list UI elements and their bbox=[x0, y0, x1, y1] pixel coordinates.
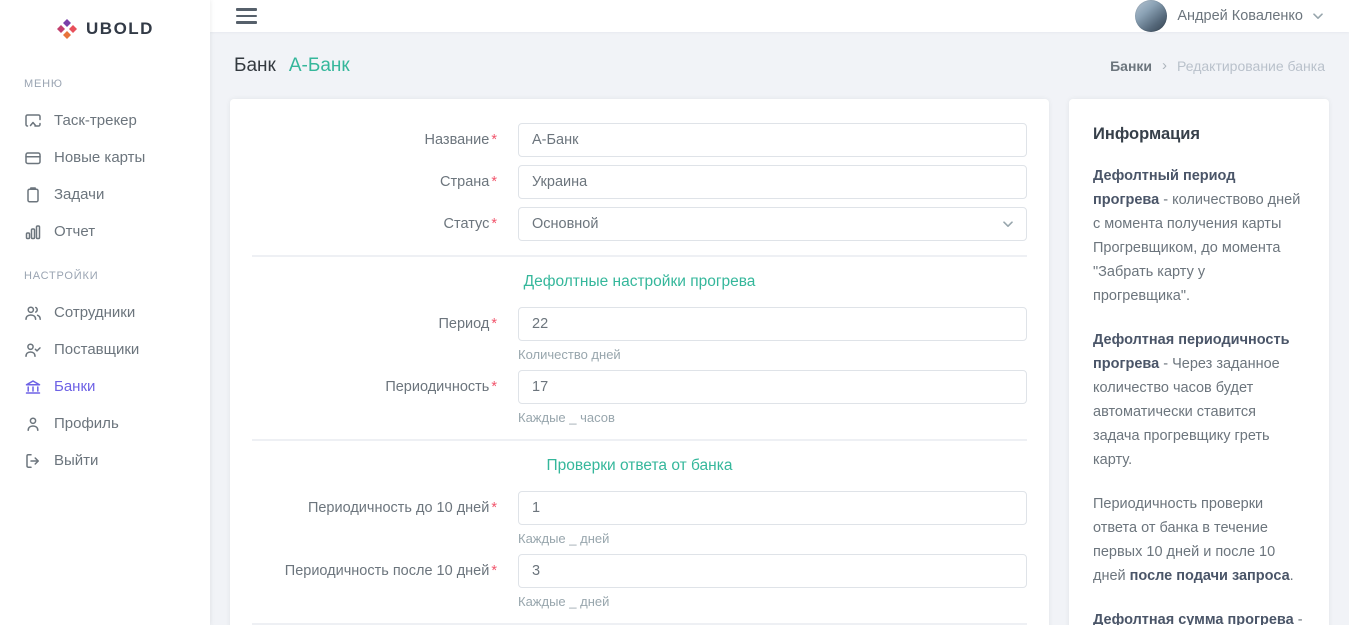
bar-chart-icon bbox=[24, 223, 42, 241]
user-menu[interactable]: Андрей Коваленко bbox=[1135, 0, 1323, 32]
gem-icon bbox=[56, 18, 78, 40]
required-asterisk: * bbox=[491, 216, 497, 232]
sidebar-item-task-tracker[interactable]: Таск-трекер bbox=[0, 102, 210, 139]
divider bbox=[252, 439, 1027, 441]
required-asterisk: * bbox=[491, 563, 497, 579]
form-row-status: Статус* Основной bbox=[252, 207, 1027, 241]
freq-before-10-input[interactable] bbox=[518, 491, 1027, 525]
info-paragraph-default-period: Дефолтный период прогрева - количествово… bbox=[1093, 164, 1305, 308]
user-name: Андрей Коваленко bbox=[1177, 8, 1303, 24]
logo[interactable]: UBOLD bbox=[0, 0, 210, 58]
page-content: БанкА-Банк Банки › Редактирование банка … bbox=[210, 32, 1349, 625]
page-title-bank-name: А-Банк bbox=[289, 55, 350, 76]
sidebar-item-tasks[interactable]: Задачи bbox=[0, 176, 210, 213]
info-paragraph-default-frequency: Дефолтная периодичность прогрева - Через… bbox=[1093, 328, 1305, 472]
status-select-value: Основной bbox=[532, 216, 598, 232]
user-icon bbox=[24, 415, 42, 433]
page-title: Банк А-Банк bbox=[234, 55, 350, 77]
frequency-helper: Каждые _ часов bbox=[518, 410, 1027, 425]
sidebar-item-label: Новые карты bbox=[54, 148, 145, 167]
sidebar-section-menu: МЕНЮ bbox=[0, 58, 210, 102]
required-asterisk: * bbox=[491, 132, 497, 148]
chevron-down-icon bbox=[1003, 221, 1013, 228]
form-row-freq-before-10: Периодичность до 10 дней* Каждые _ дней bbox=[252, 491, 1027, 546]
breadcrumb-current: Редактирование банка bbox=[1177, 58, 1325, 74]
form-row-period: Период* Количество дней bbox=[252, 307, 1027, 362]
country-label: Страна* bbox=[252, 165, 518, 199]
user-check-icon bbox=[24, 341, 42, 359]
hamburger-icon[interactable] bbox=[236, 4, 257, 27]
info-panel-title: Информация bbox=[1093, 125, 1305, 144]
cards-row: Название* Страна* Статус bbox=[230, 99, 1329, 625]
form-row-name: Название* bbox=[252, 123, 1027, 157]
period-helper: Количество дней bbox=[518, 347, 1027, 362]
breadcrumb: Банки › Редактирование банка bbox=[1110, 57, 1325, 74]
period-label: Период* bbox=[252, 307, 518, 362]
sidebar-item-label: Таск-трекер bbox=[54, 111, 137, 130]
main-area: Андрей Коваленко Банк А-Банк Банки › Реда… bbox=[210, 0, 1349, 625]
sidebar-item-logout[interactable]: Выйти bbox=[0, 442, 210, 479]
page-header: Банк А-Банк Банки › Редактирование банка bbox=[230, 32, 1329, 99]
breadcrumb-banks-link[interactable]: Банки bbox=[1110, 58, 1152, 74]
freq-before-10-label: Периодичность до 10 дней* bbox=[252, 491, 518, 546]
sidebar-item-label: Выйти bbox=[54, 451, 98, 470]
freq-after-10-helper: Каждые _ дней bbox=[518, 594, 1027, 609]
avatar bbox=[1135, 0, 1167, 32]
freq-after-10-input[interactable] bbox=[518, 554, 1027, 588]
freq-before-10-helper: Каждые _ дней bbox=[518, 531, 1027, 546]
logo-text: UBOLD bbox=[86, 19, 154, 39]
info-paragraph-warming-sum: Дефолтная сумма прогрева - сумма, котора… bbox=[1093, 608, 1305, 625]
form-row-freq-after-10: Периодичность после 10 дней* Каждые _ дн… bbox=[252, 554, 1027, 609]
screencast-icon bbox=[24, 112, 42, 130]
form-row-frequency: Периодичность* Каждые _ часов bbox=[252, 370, 1027, 425]
sidebar: UBOLD МЕНЮ Таск-трекер Новые карты Задач… bbox=[0, 0, 210, 625]
info-panel: Информация Дефолтный период прогрева - к… bbox=[1069, 99, 1329, 625]
sidebar-item-banks[interactable]: Банки bbox=[0, 368, 210, 405]
name-input[interactable] bbox=[518, 123, 1027, 157]
sidebar-section-settings: НАСТРОЙКИ bbox=[0, 250, 210, 294]
status-select[interactable]: Основной bbox=[518, 207, 1027, 241]
sidebar-item-report[interactable]: Отчет bbox=[0, 213, 210, 250]
country-input[interactable] bbox=[518, 165, 1027, 199]
sidebar-item-label: Поставщики bbox=[54, 340, 139, 359]
section-heading-bank-checks: Проверки ответа от банка bbox=[252, 457, 1027, 475]
sidebar-item-new-cards[interactable]: Новые карты bbox=[0, 139, 210, 176]
sidebar-item-label: Банки bbox=[54, 377, 95, 396]
chevron-down-icon bbox=[1313, 13, 1323, 20]
required-asterisk: * bbox=[491, 500, 497, 516]
info-paragraph-check-frequency: Периодичность проверки ответа от банка в… bbox=[1093, 492, 1305, 588]
breadcrumb-separator: › bbox=[1162, 57, 1167, 74]
required-asterisk: * bbox=[491, 316, 497, 332]
section-heading-warming: Дефолтные настройки прогрева bbox=[252, 273, 1027, 291]
bank-edit-form-card: Название* Страна* Статус bbox=[230, 99, 1049, 625]
clipboard-icon bbox=[24, 186, 42, 204]
sidebar-item-label: Отчет bbox=[54, 222, 95, 241]
frequency-input[interactable] bbox=[518, 370, 1027, 404]
form-row-country: Страна* bbox=[252, 165, 1027, 199]
logout-icon bbox=[24, 452, 42, 470]
sidebar-item-profile[interactable]: Профиль bbox=[0, 405, 210, 442]
divider bbox=[252, 255, 1027, 257]
required-asterisk: * bbox=[491, 174, 497, 190]
sidebar-item-label: Профиль bbox=[54, 414, 119, 433]
status-label: Статус* bbox=[252, 207, 518, 241]
freq-after-10-label: Периодичность после 10 дней* bbox=[252, 554, 518, 609]
sidebar-item-label: Сотрудники bbox=[54, 303, 135, 322]
credit-card-icon bbox=[24, 149, 42, 167]
frequency-label: Периодичность* bbox=[252, 370, 518, 425]
period-input[interactable] bbox=[518, 307, 1027, 341]
required-asterisk: * bbox=[491, 379, 497, 395]
page-title-text: Банк bbox=[234, 55, 276, 76]
users-icon bbox=[24, 304, 42, 322]
topbar: Андрей Коваленко bbox=[210, 0, 1349, 32]
sidebar-item-suppliers[interactable]: Поставщики bbox=[0, 331, 210, 368]
bank-icon bbox=[24, 378, 42, 396]
sidebar-item-employees[interactable]: Сотрудники bbox=[0, 294, 210, 331]
name-label: Название* bbox=[252, 123, 518, 157]
sidebar-item-label: Задачи bbox=[54, 185, 104, 204]
